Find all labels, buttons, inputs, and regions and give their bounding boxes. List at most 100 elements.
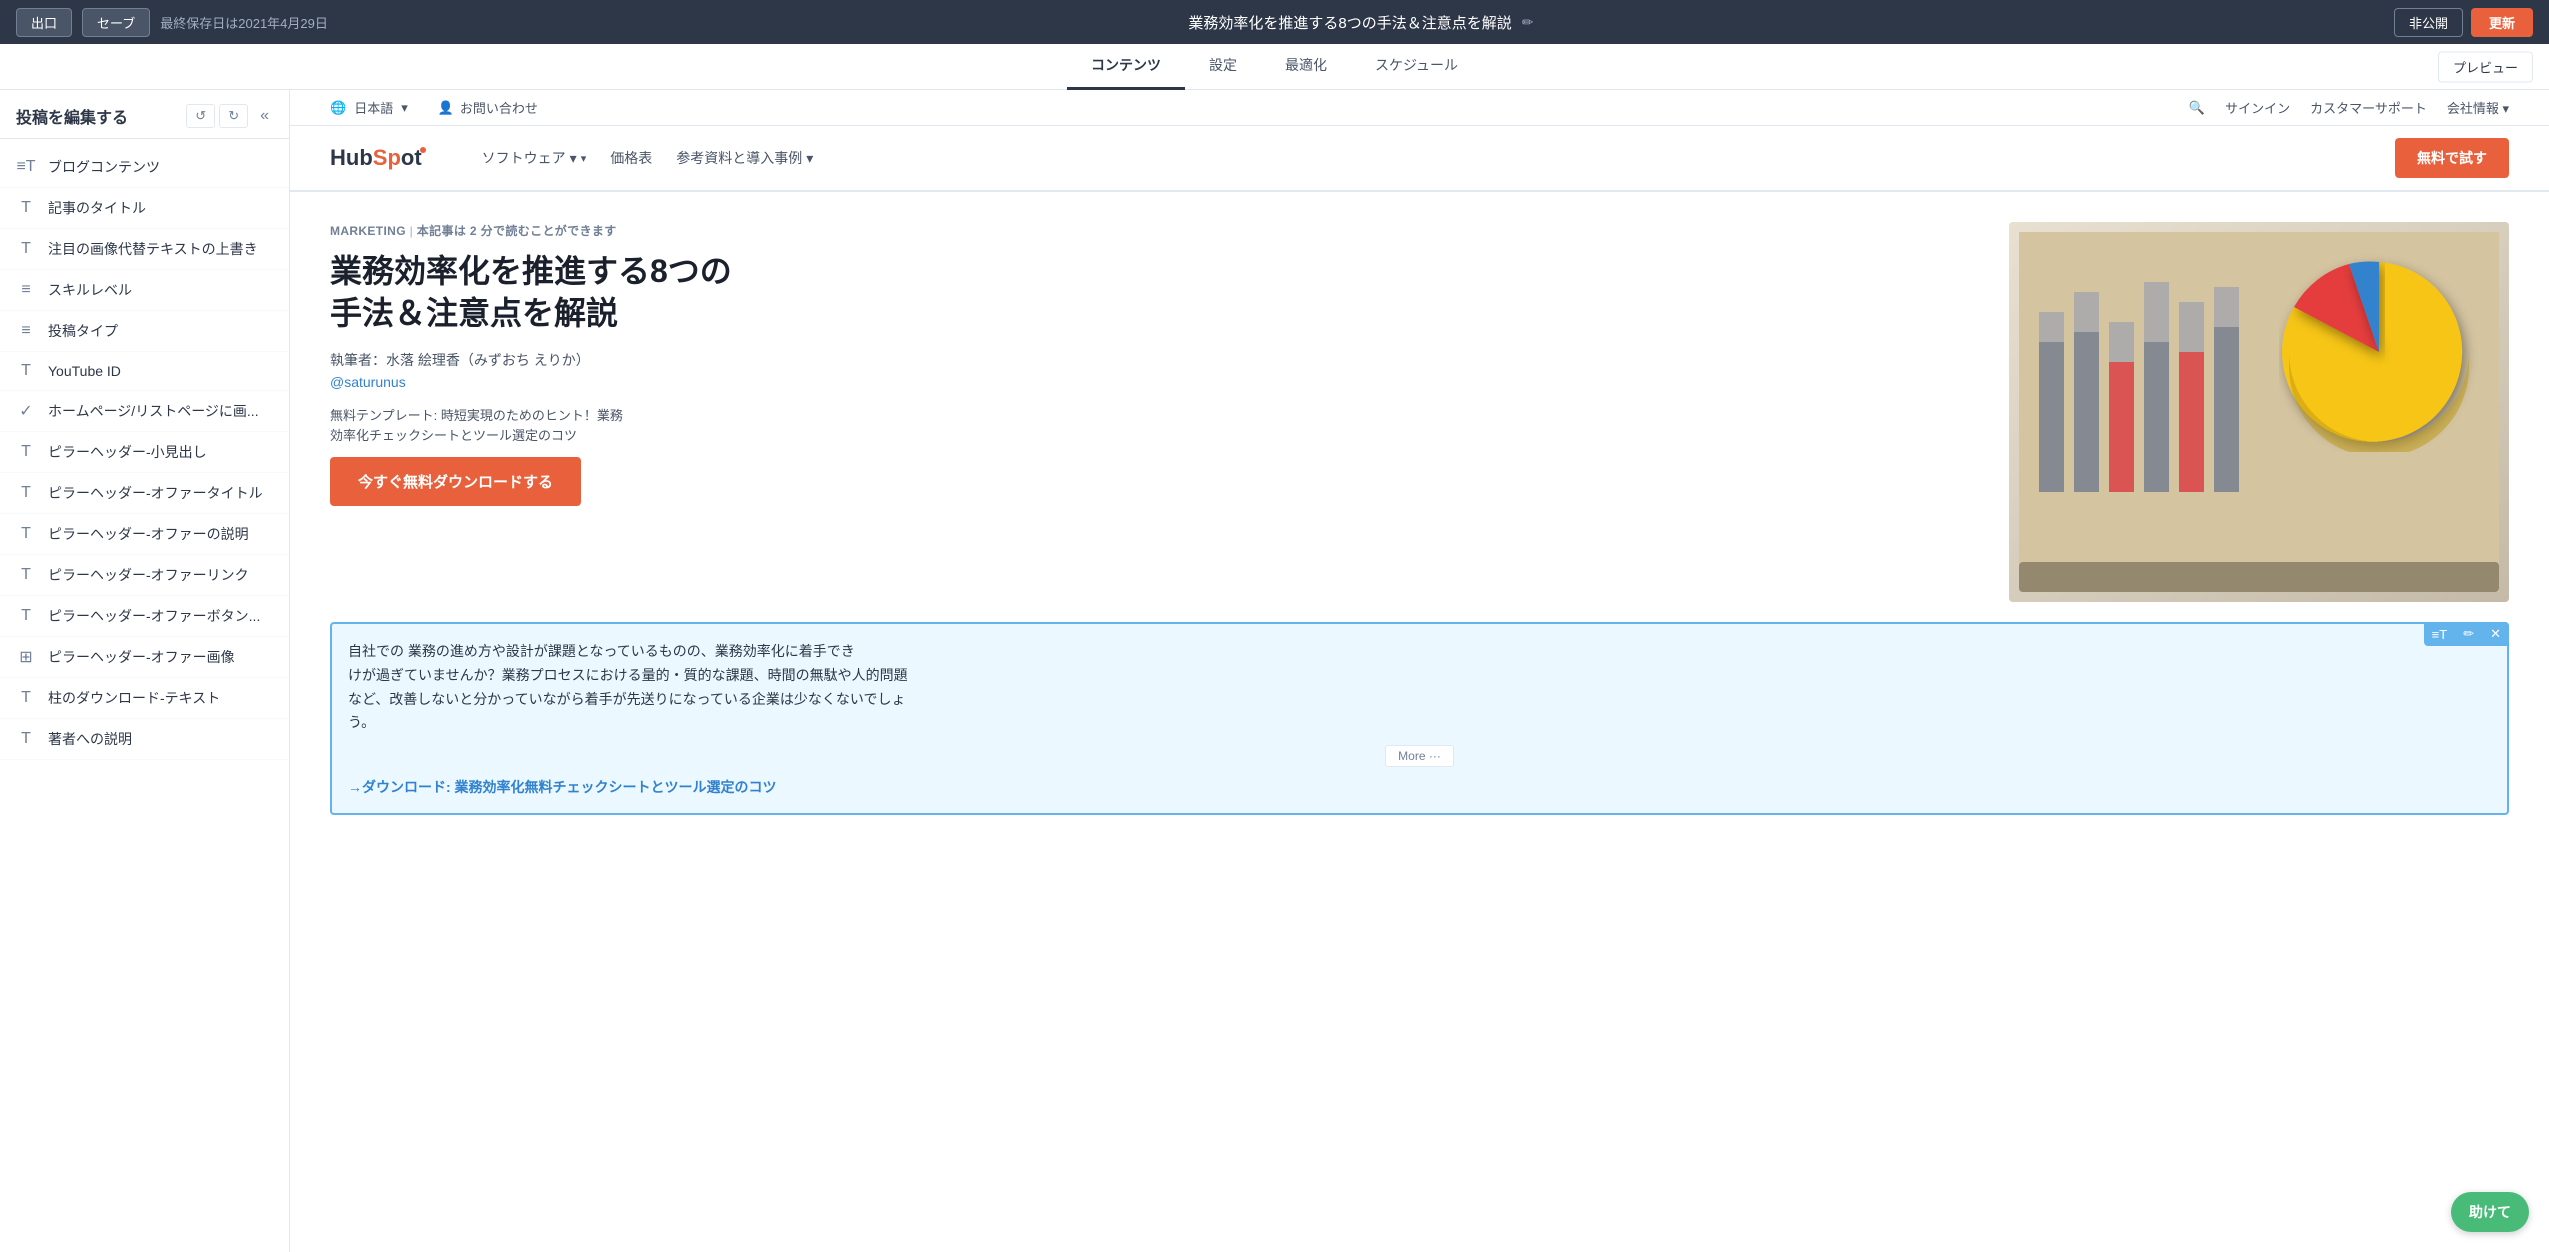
nav-link-software[interactable]: ソフトウェア ▾ <box>482 148 587 168</box>
nav-link-pricing[interactable]: 価格表 <box>610 148 652 168</box>
sidebar-item-pillar-offer-desc[interactable]: T ピラーヘッダー-オファーの説明 <box>0 514 289 555</box>
toolbar-close-btn[interactable]: ✕ <box>2482 622 2509 646</box>
sidebar-item-youtube-id[interactable]: T YouTube ID <box>0 352 289 391</box>
text-icon: T <box>16 566 36 584</box>
undo-redo-controls: ↺ ↻ <box>186 104 248 128</box>
tab-settings[interactable]: 設定 <box>1185 44 1261 90</box>
sidebar-item-label: ピラーヘッダー-オファーリンク <box>48 565 249 585</box>
text-icon: T <box>16 443 36 461</box>
nav-link-resources[interactable]: 参考資料と導入事例 ▾ <box>676 148 813 168</box>
sidebar-item-blog-content[interactable]: ≡T ブログコンテンツ <box>0 147 289 188</box>
sidebar-item-pillar-offer-title[interactable]: T ピラーヘッダー-オファータイトル <box>0 473 289 514</box>
tab-schedule[interactable]: スケジュール <box>1351 44 1482 90</box>
text-icon: T <box>16 607 36 625</box>
contact-link[interactable]: 👤 お問い合わせ <box>438 98 538 117</box>
site-nav-cta-button[interactable]: 無料で試す <box>2395 138 2509 178</box>
edit-title-icon[interactable]: ✏ <box>1522 14 1534 31</box>
toolbar-edit-btn[interactable]: ✏ <box>2455 622 2482 646</box>
sidebar-item-label: ピラーヘッダー-オファー画像 <box>48 647 235 667</box>
signin-link[interactable]: サインイン <box>2225 98 2290 117</box>
main-layout: 投稿を編集する ↺ ↻ « ≡T ブログコンテンツ T 記事のタイトル T 注目… <box>0 90 2549 1252</box>
sidebar-item-homepage-list[interactable]: ✓ ホームページ/リストページに画... <box>0 391 289 432</box>
sidebar-item-pillar-offer-image[interactable]: ⊞ ピラーヘッダー-オファー画像 <box>0 637 289 678</box>
preview-button[interactable]: プレビュー <box>2438 51 2533 82</box>
sidebar-item-label: 注目の画像代替テキストの上書き <box>48 239 258 259</box>
pie-chart-svg <box>2279 252 2479 452</box>
list-icon: ≡ <box>16 281 36 299</box>
company-info-link[interactable]: 会社情報 ▾ <box>2447 98 2509 117</box>
sidebar: 投稿を編集する ↺ ↻ « ≡T ブログコンテンツ T 記事のタイトル T 注目… <box>0 90 290 1252</box>
blog-content-icon: ≡T <box>16 158 36 176</box>
check-icon: ✓ <box>16 401 36 421</box>
update-button[interactable]: 更新 <box>2471 8 2533 37</box>
site-header-language[interactable]: 🌐 日本語 ▾ <box>330 98 408 117</box>
resources-chevron-icon: ▾ <box>806 150 813 167</box>
text-icon: T <box>16 730 36 748</box>
sidebar-title: 投稿を編集する <box>16 104 128 128</box>
toolbar-text-btn[interactable]: ≡T <box>2424 622 2456 646</box>
sidebar-item-label: ピラーヘッダー-オファーボタン... <box>48 606 260 626</box>
blog-author-link[interactable]: @saturunus <box>330 374 1979 390</box>
sidebar-item-label: ピラーヘッダー-オファータイトル <box>48 483 263 503</box>
search-icon[interactable]: 🔍 <box>2189 100 2205 116</box>
top-bar: 出口 セーブ 最終保存日は2021年4月29日 業務効率化を推進する8つの手法＆… <box>0 0 2549 44</box>
sidebar-item-label: 投稿タイプ <box>48 321 118 341</box>
sidebar-header: 投稿を編集する ↺ ↻ « <box>0 90 289 139</box>
blog-meta: MARKETING | 本記事は 2 分で読むことができます <box>330 222 1979 239</box>
preview-frame: 🌐 日本語 ▾ 👤 お問い合わせ 🔍 サインイン カスタマーサポート 会社情報 … <box>290 90 2549 1252</box>
customer-support-link[interactable]: カスタマーサポート <box>2310 98 2427 117</box>
text-icon: T <box>16 240 36 258</box>
blog-body-download-link[interactable]: →ダウンロード: 業務効率化無料チェックシートとツール選定のコツ <box>348 777 2491 797</box>
sidebar-item-pillar-subheading[interactable]: T ピラーヘッダー-小見出し <box>0 432 289 473</box>
sidebar-item-post-type[interactable]: ≡ 投稿タイプ <box>0 311 289 352</box>
blog-body-section[interactable]: ≡T ✏ ✕ 自社での 業務の進め方や設計が課題となっているものの、業務効率化に… <box>330 622 2509 815</box>
tab-optimize[interactable]: 最適化 <box>1261 44 1351 90</box>
exit-button[interactable]: 出口 <box>16 8 72 37</box>
sidebar-item-author-desc[interactable]: T 著者への説明 <box>0 719 289 760</box>
help-button[interactable]: 助けて <box>2451 1192 2529 1232</box>
software-chevron-icon: ▾ <box>570 150 577 167</box>
company-chevron-icon: ▾ <box>2502 101 2509 116</box>
sidebar-item-label: スキルレベル <box>48 280 132 300</box>
hubspot-logo[interactable]: HubSpot <box>330 145 422 171</box>
site-header-top-right: 🔍 サインイン カスタマーサポート 会社情報 ▾ <box>2189 98 2509 117</box>
sidebar-item-skill-level[interactable]: ≡ スキルレベル <box>0 270 289 311</box>
globe-icon: 🌐 <box>330 100 346 116</box>
language-chevron-icon: ▾ <box>401 100 408 116</box>
sidebar-collapse-button[interactable]: « <box>256 105 273 127</box>
sidebar-item-label: 著者への説明 <box>48 729 132 749</box>
blog-main: MARKETING | 本記事は 2 分で読むことができます 業務効率化を推進す… <box>330 222 1979 506</box>
sidebar-item-label: 柱のダウンロード-テキスト <box>48 688 220 708</box>
page-title: 業務効率化を推進する8つの手法＆注意点を解説 ✏ <box>338 12 2384 33</box>
sidebar-item-label: ピラーヘッダー-小見出し <box>48 442 207 462</box>
site-nav-links: ソフトウェア ▾ 価格表 参考資料と導入事例 ▾ <box>482 148 814 168</box>
top-bar-right: 非公開 更新 <box>2394 8 2533 37</box>
list-icon: ≡ <box>16 322 36 340</box>
sidebar-item-pillar-download-text[interactable]: T 柱のダウンロード-テキスト <box>0 678 289 719</box>
undo-button[interactable]: ↺ <box>186 104 215 128</box>
site-header-top: 🌐 日本語 ▾ 👤 お問い合わせ 🔍 サインイン カスタマーサポート 会社情報 … <box>290 90 2549 126</box>
sidebar-item-image-alt[interactable]: T 注目の画像代替テキストの上書き <box>0 229 289 270</box>
sidebar-item-label: ピラーヘッダー-オファーの説明 <box>48 524 249 544</box>
blog-title: 業務効率化を推進する8つの手法＆注意点を解説 <box>330 251 1979 334</box>
blog-body-text: 自社での 業務の進め方や設計が課題となっているものの、業務効率化に着手でき けが… <box>348 640 2491 735</box>
sidebar-item-label: ホームページ/リストページに画... <box>48 401 259 421</box>
more-button[interactable]: More ··· <box>1385 745 1454 767</box>
blog-body-toolbar: ≡T ✏ ✕ <box>2424 622 2509 646</box>
sidebar-item-pillar-offer-link[interactable]: T ピラーヘッダー-オファーリンク <box>0 555 289 596</box>
site-nav: HubSpot ソフトウェア ▾ 価格表 参考資料と導入事例 ▾ 無料で試す <box>290 126 2549 192</box>
save-button[interactable]: セーブ <box>82 8 150 37</box>
sidebar-item-article-title[interactable]: T 記事のタイトル <box>0 188 289 229</box>
image-grid-icon: ⊞ <box>16 647 36 667</box>
sidebar-items: ≡T ブログコンテンツ T 記事のタイトル T 注目の画像代替テキストの上書き … <box>0 139 289 768</box>
blog-featured-image <box>2009 222 2509 602</box>
text-icon: T <box>16 525 36 543</box>
redo-button[interactable]: ↻ <box>219 104 248 128</box>
blog-download-button[interactable]: 今すぐ無料ダウンロードする <box>330 457 581 506</box>
tab-content[interactable]: コンテンツ <box>1067 44 1185 90</box>
unpublish-button[interactable]: 非公開 <box>2394 8 2463 37</box>
text-icon: T <box>16 484 36 502</box>
sidebar-item-pillar-offer-btn[interactable]: T ピラーヘッダー-オファーボタン... <box>0 596 289 637</box>
preview-area: 🌐 日本語 ▾ 👤 お問い合わせ 🔍 サインイン カスタマーサポート 会社情報 … <box>290 90 2549 1252</box>
user-icon: 👤 <box>438 100 454 116</box>
